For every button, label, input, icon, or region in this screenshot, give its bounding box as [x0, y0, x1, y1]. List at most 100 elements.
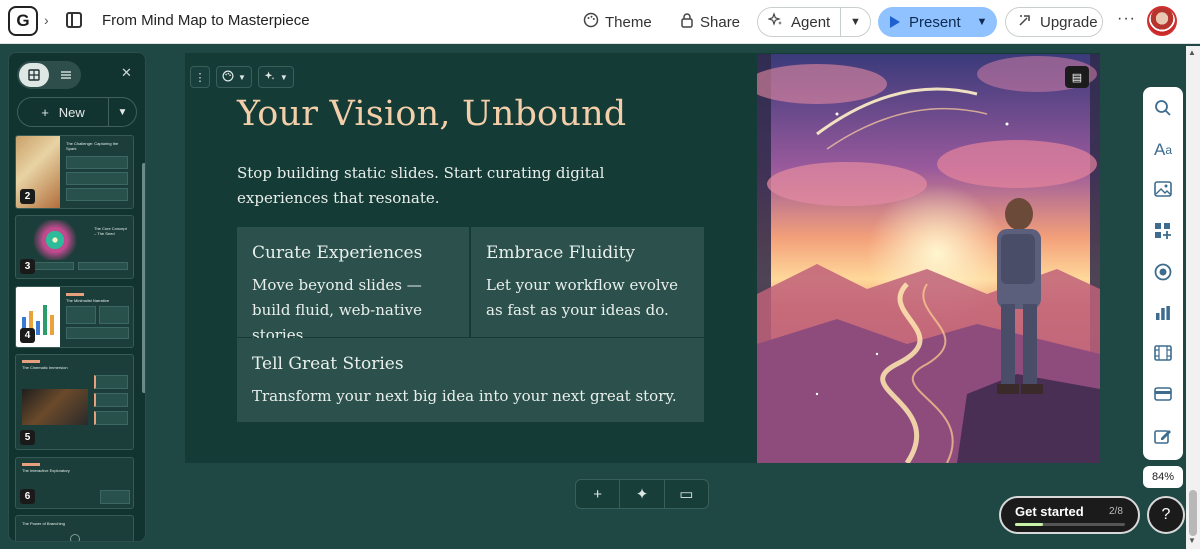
content-card[interactable]: Curate Experiences Move beyond slides — … — [237, 227, 469, 344]
more-vertical-icon[interactable]: ⋮ — [190, 66, 210, 88]
thumbnail-title: The Minimalist Narrative — [66, 298, 110, 303]
sparkle-icon — [264, 70, 276, 85]
slide-subtitle[interactable]: Stop building static slides. Start curat… — [237, 161, 697, 211]
card-body: Transform your next big idea into your n… — [252, 387, 677, 405]
right-tool-rail: Aa — [1143, 87, 1183, 460]
lock-icon — [680, 12, 694, 32]
slide-ai-button[interactable]: ▼ — [257, 66, 294, 88]
thumbnail-block — [100, 490, 130, 504]
thumbnail-title: The Interactive Exploratory — [22, 468, 70, 473]
new-label: New — [58, 104, 85, 120]
slide-toolbar: ⋮ ▼ ▼ — [190, 66, 294, 88]
slide-thumbnail[interactable]: The Power of Branching — [15, 515, 134, 541]
slide-thumbnail[interactable]: The Minimalist Narrative 4 — [15, 286, 134, 348]
more-menu-button[interactable]: ··· — [1117, 10, 1136, 28]
progress-fill — [1015, 523, 1043, 526]
card-body: Let your workflow evolve as fast as your… — [486, 276, 679, 319]
sparkle-icon — [767, 12, 784, 32]
help-button[interactable]: ? — [1147, 496, 1185, 534]
list-view-icon[interactable] — [51, 61, 81, 89]
blocks-icon[interactable] — [1143, 222, 1183, 240]
chevron-down-icon[interactable]: ▼ — [840, 8, 870, 36]
slide-thumbnail[interactable]: The Interactive Exploratory 6 — [15, 457, 134, 509]
card-body: Move beyond slides — build fluid, web-na… — [252, 276, 422, 344]
image-icon[interactable] — [1143, 181, 1183, 197]
zoom-level[interactable]: 84% — [1143, 466, 1183, 488]
chevron-down-icon[interactable]: ▼ — [967, 7, 997, 37]
notes-icon[interactable]: ▤ — [1065, 66, 1089, 88]
thumbnail-block — [66, 172, 128, 185]
present-button[interactable]: Present ▼ — [878, 7, 997, 37]
ai-generate-button[interactable]: ✦ — [620, 480, 665, 508]
grid-view-icon[interactable] — [19, 63, 49, 87]
sidebar-scrollbar[interactable] — [142, 163, 145, 393]
slide-theme-button[interactable]: ▼ — [216, 66, 252, 88]
chevron-right-icon[interactable]: › — [44, 12, 49, 28]
text-style-icon[interactable]: Aa — [1143, 140, 1183, 160]
edit-icon[interactable] — [1143, 427, 1183, 445]
upgrade-icon — [1017, 12, 1033, 32]
upgrade-label: Upgrade — [1040, 13, 1098, 31]
app-logo[interactable]: G — [8, 6, 38, 36]
theme-label: Theme — [605, 13, 652, 31]
content-card[interactable]: Tell Great Stories Transform your next b… — [237, 338, 704, 422]
video-icon[interactable] — [1143, 345, 1183, 361]
view-toggle[interactable] — [17, 61, 81, 89]
document-title[interactable]: From Mind Map to Masterpiece — [102, 12, 310, 29]
scroll-down-icon[interactable]: ▼ — [1188, 536, 1196, 545]
slide-thumbnail[interactable]: The Core Concept – The Seed 3 — [15, 215, 134, 279]
chevron-down-icon[interactable]: ▼ — [108, 98, 136, 126]
share-button[interactable]: Share — [680, 8, 740, 36]
logo-letter: G — [16, 11, 30, 30]
thumbnail-block — [66, 306, 96, 324]
get-started-label: Get started — [1015, 504, 1084, 519]
thumbnail-block — [94, 393, 128, 407]
new-slide-button[interactable]: + New ▼ — [17, 97, 137, 127]
thumbnail-block — [94, 375, 128, 389]
thumbnail-block — [99, 306, 129, 324]
add-slide-button[interactable]: + — [576, 480, 621, 508]
thumbnail-block — [78, 262, 128, 270]
card-heading: Curate Experiences — [252, 243, 423, 263]
search-icon[interactable] — [1143, 99, 1183, 117]
scroll-up-icon[interactable]: ▲ — [1188, 48, 1196, 57]
top-bar: G › From Mind Map to Masterpiece Theme S… — [0, 0, 1200, 44]
close-icon[interactable]: ✕ — [121, 65, 132, 81]
theme-button[interactable]: Theme — [583, 8, 652, 36]
thumbnail-label — [22, 463, 40, 466]
layout-button[interactable]: ▭ — [665, 480, 708, 508]
agent-button[interactable]: Agent ▼ — [757, 7, 871, 37]
slide-title[interactable]: Your Vision, Unbound — [237, 94, 626, 134]
get-started-widget[interactable]: Get started 2/8 — [999, 496, 1140, 534]
thumbnail-image — [20, 220, 90, 260]
content-card[interactable]: Embrace Fluidity Let your workflow evolv… — [471, 227, 704, 337]
upgrade-button[interactable]: Upgrade — [1005, 7, 1103, 37]
palette-icon — [583, 12, 599, 32]
page-scrollbar[interactable]: ▲ ▼ — [1186, 46, 1200, 549]
palette-icon — [222, 70, 234, 85]
thumbnail-title: The Challenge: Capturing the Spark — [66, 141, 119, 152]
thumbnail-node — [70, 534, 80, 541]
chart-icon[interactable] — [1143, 304, 1183, 322]
thumbnail-block — [66, 156, 128, 169]
get-started-count: 2/8 — [1109, 506, 1123, 517]
card-heading: Embrace Fluidity — [486, 243, 636, 263]
thumbnail-image — [22, 389, 88, 425]
slide-thumbnail[interactable]: The Cinematic Immersion 5 — [15, 354, 134, 450]
thumbnail-number: 2 — [20, 189, 35, 204]
thumbnail-block — [66, 188, 128, 201]
avatar[interactable] — [1147, 6, 1177, 36]
scroll-thumb[interactable] — [1189, 490, 1197, 536]
thumbnail-number: 4 — [20, 328, 35, 343]
thumbnail-number: 3 — [20, 259, 35, 274]
thumbnail-number: 6 — [20, 489, 35, 504]
hero-illustration[interactable] — [757, 54, 1100, 463]
ai-icon[interactable] — [1143, 263, 1183, 281]
thumbnail-title: The Cinematic Immersion — [22, 365, 68, 370]
thumbnail-label — [66, 293, 84, 296]
thumbnail-title: The Core Concept – The Seed — [94, 226, 127, 237]
slide-thumbnail[interactable]: The Challenge: Capturing the Spark 2 — [15, 135, 134, 209]
chevron-down-icon: ▼ — [238, 72, 246, 82]
card-icon[interactable] — [1143, 386, 1183, 402]
side-panel-icon[interactable] — [66, 12, 82, 28]
